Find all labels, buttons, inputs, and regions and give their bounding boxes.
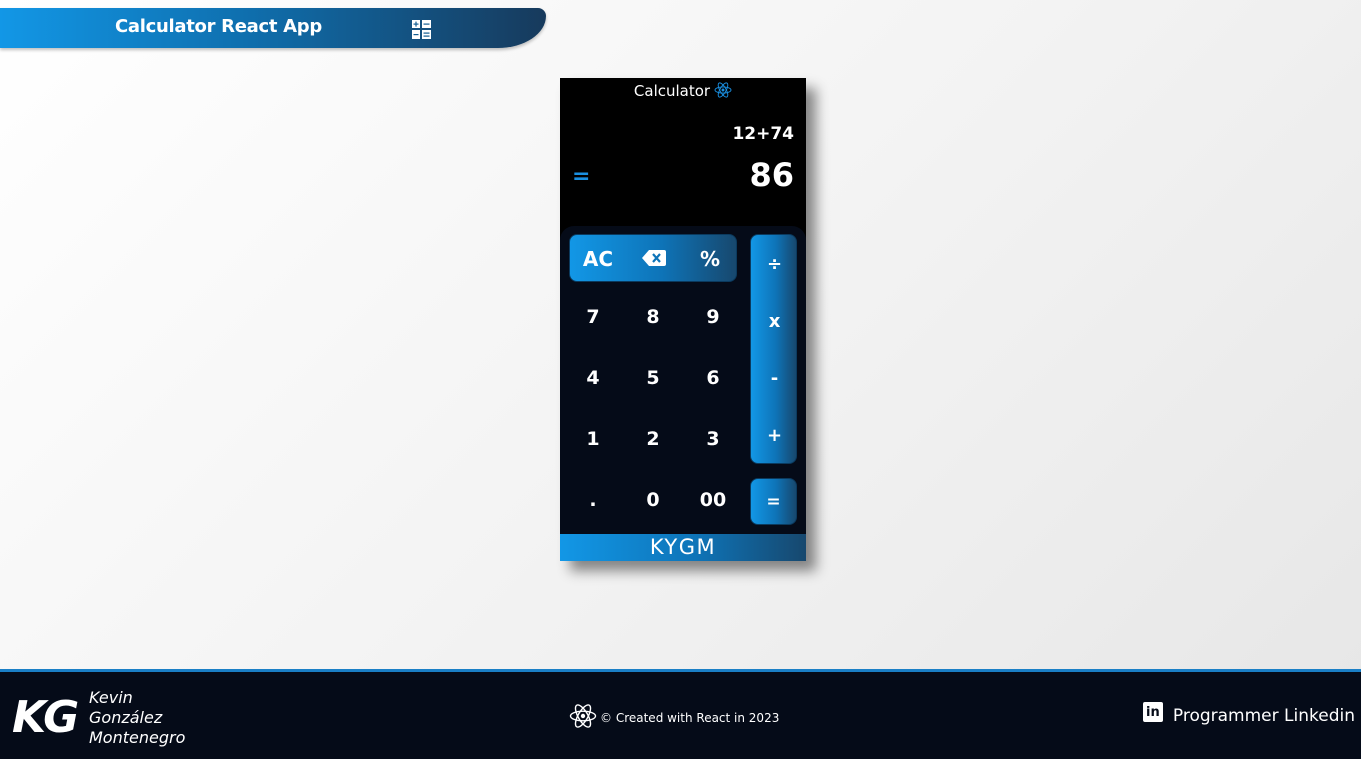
linkedin-icon: in	[1142, 702, 1163, 722]
key-5[interactable]: 5	[625, 354, 681, 402]
multiply-button[interactable]: x	[751, 296, 798, 346]
divide-button[interactable]: ÷	[751, 239, 798, 289]
backspace-icon	[642, 247, 666, 271]
key-1[interactable]: 1	[565, 415, 621, 463]
expression-display: 12+74	[732, 124, 794, 144]
subtract-button[interactable]: -	[751, 353, 798, 403]
key-6[interactable]: 6	[685, 354, 741, 402]
key-3[interactable]: 3	[685, 415, 741, 463]
credit-text: © Created with React in 2023	[600, 710, 780, 725]
function-keys: AC %	[569, 234, 737, 282]
key-2[interactable]: 2	[625, 415, 681, 463]
linkedin-link[interactable]: in Programmer Linkedin	[1142, 702, 1355, 726]
key-0[interactable]: 0	[625, 476, 681, 524]
author-name: Kevin González Montenegro	[89, 688, 186, 747]
operator-keys: ÷ x - +	[750, 234, 797, 464]
calculator-title: Calculator	[560, 82, 806, 102]
calculator-brand: KYGM	[560, 534, 806, 561]
calculator: Calculator 12+74 = 86 AC % 7 8 9 4 5 6 1…	[560, 78, 806, 561]
equals-indicator: =	[572, 164, 591, 189]
key-7[interactable]: 7	[565, 293, 621, 341]
calculator-icon	[412, 20, 431, 39]
key-9[interactable]: 9	[685, 293, 741, 341]
key-00[interactable]: 00	[685, 476, 741, 524]
page-footer: KG Kevin González Montenegro © Created w…	[0, 669, 1361, 759]
equals-button[interactable]: =	[750, 478, 797, 525]
backspace-button[interactable]	[626, 235, 682, 283]
app-title: Calculator React App	[115, 16, 322, 37]
key-decimal[interactable]: .	[565, 476, 621, 524]
app-header: Calculator React App	[0, 8, 546, 48]
credit: © Created with React in 2023	[569, 704, 779, 731]
react-icon	[714, 82, 732, 102]
linkedin-label: Programmer Linkedin	[1172, 706, 1355, 726]
add-button[interactable]: +	[751, 410, 798, 460]
percent-button[interactable]: %	[682, 235, 738, 283]
react-icon	[569, 704, 600, 731]
key-4[interactable]: 4	[565, 354, 621, 402]
kg-logo: KG	[12, 692, 79, 743]
clear-button[interactable]: AC	[570, 235, 626, 283]
calculator-title-text: Calculator	[633, 82, 711, 100]
result-display: 86	[749, 156, 794, 194]
keypad: AC % 7 8 9 4 5 6 1 2 3 . 0 00 ÷ x - + =	[560, 226, 806, 534]
key-8[interactable]: 8	[625, 293, 681, 341]
